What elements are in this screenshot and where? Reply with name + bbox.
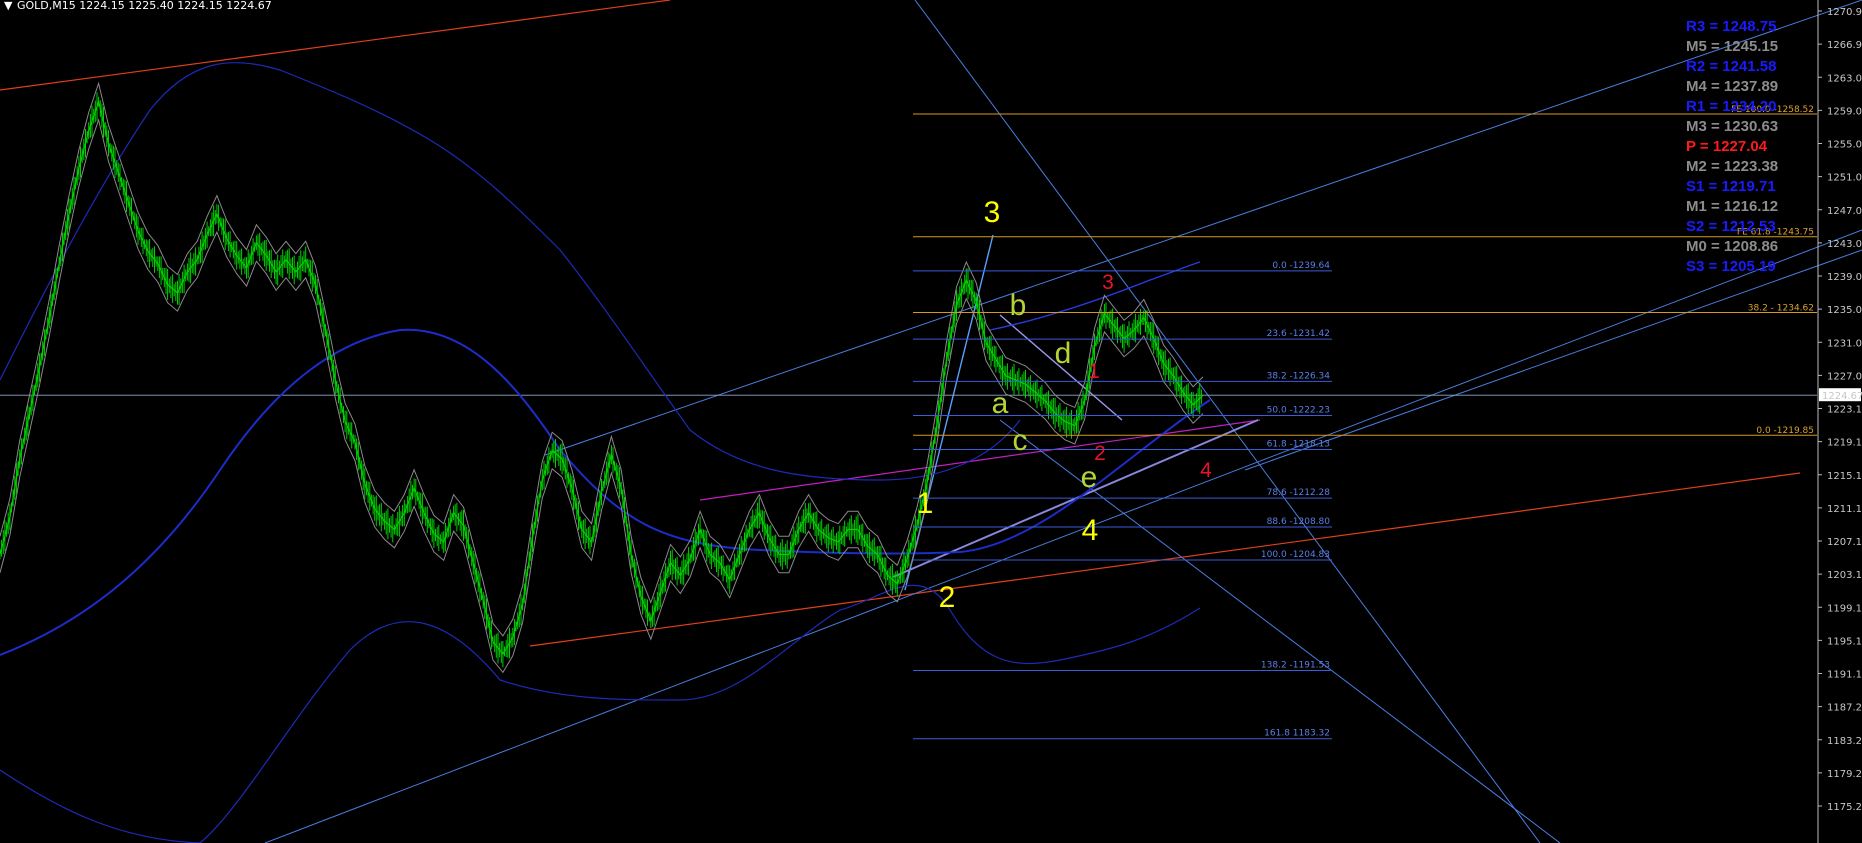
fib-level-label: 88.6 -1208.80 bbox=[1267, 517, 1331, 527]
wave-label: 3 bbox=[1102, 271, 1114, 294]
wave-label: 1 bbox=[1088, 360, 1100, 383]
price-envelope-upper bbox=[0, 81, 1204, 637]
price-tick-label: 1266.92 bbox=[1827, 40, 1862, 51]
fib-level-label: 138.2 -1191.53 bbox=[1261, 661, 1330, 671]
price-tick-label: 1175.22 bbox=[1827, 802, 1862, 813]
price-axis: 1270.92 1266.92 1263.02 1259.02 1255.02 1251.… bbox=[1817, 0, 1862, 843]
wave-label: e bbox=[1081, 461, 1098, 494]
price-tick-label: 1183.22 bbox=[1827, 736, 1862, 747]
price-envelope-lower bbox=[0, 118, 1204, 674]
trendline-2[interactable] bbox=[699, 419, 1261, 501]
price-tick-label: 1207.12 bbox=[1827, 537, 1862, 548]
price-tick-label: 1255.02 bbox=[1827, 140, 1862, 151]
pivot-level: M4 = 1237.89 bbox=[1686, 78, 1778, 95]
trendline-7[interactable] bbox=[1244, 249, 1862, 471]
price-layer bbox=[0, 81, 1204, 674]
pivot-level: S2 = 1212.53 bbox=[1686, 218, 1776, 235]
price-tick-label: 1215.12 bbox=[1827, 471, 1862, 482]
trendline-0[interactable] bbox=[0, 0, 671, 91]
current-price-label: 1224.67 bbox=[1822, 391, 1862, 402]
wave-label: 4 bbox=[1082, 514, 1099, 547]
pivot-level: R2 = 1241.58 bbox=[1686, 58, 1777, 75]
pivot-level: R1 = 1234.20 bbox=[1686, 98, 1777, 115]
trendline-5[interactable] bbox=[914, 0, 1541, 843]
wave-label: d bbox=[1055, 337, 1072, 370]
wave-label: 3 bbox=[984, 196, 1001, 229]
fib-level-label: 50.0 -1222.23 bbox=[1267, 405, 1330, 415]
price-tick-label: 1191.12 bbox=[1827, 670, 1862, 681]
fib-level-label: 0.0 -1239.64 bbox=[1272, 261, 1330, 271]
wave-label: 1 bbox=[917, 487, 934, 520]
price-tick-label: 1211.12 bbox=[1827, 504, 1862, 515]
fib-level-label: 100.0 -1204.83 bbox=[1261, 550, 1330, 560]
chart-header: ▼ GOLD,M15 1224.15 1225.40 1224.15 1224.… bbox=[4, 0, 272, 12]
wave-label: 2 bbox=[939, 581, 956, 614]
price-chart[interactable]: 0.0 -1239.64 23.6 -1231.42 38.2 -1226.34 50… bbox=[0, 0, 1862, 843]
fib-level-label: 38.2 -1226.34 bbox=[1267, 371, 1331, 381]
wave-label: 2 bbox=[1094, 442, 1106, 465]
fibonacci-layer: 0.0 -1239.64 23.6 -1231.42 38.2 -1226.34 50… bbox=[913, 105, 1817, 740]
price-tick-label: 1263.02 bbox=[1827, 73, 1862, 84]
drawing-layer bbox=[0, 0, 1862, 843]
fib-level-label: 23.6 -1231.42 bbox=[1267, 329, 1330, 339]
fib-level-label: 78.6 -1212.28 bbox=[1267, 488, 1331, 498]
price-tick-label: 1227.02 bbox=[1827, 371, 1862, 382]
wave-label: b bbox=[1010, 289, 1027, 322]
price-tick-label: 1235.02 bbox=[1827, 305, 1862, 316]
price-tick-label: 1179.22 bbox=[1827, 769, 1862, 780]
price-tick-label: 1259.02 bbox=[1827, 106, 1862, 117]
price-tick-label: 1195.12 bbox=[1827, 636, 1862, 647]
pivot-level: S1 = 1219.71 bbox=[1686, 178, 1776, 195]
pivot-level: M1 = 1216.12 bbox=[1686, 198, 1778, 215]
price-tick-label: 1231.02 bbox=[1827, 338, 1862, 349]
symbol-ohlc-label: GOLD,M15 1224.15 1225.40 1224.15 1224.67 bbox=[17, 0, 272, 12]
wave-label: a bbox=[992, 387, 1009, 420]
pivot-level: S3 = 1205.19 bbox=[1686, 258, 1776, 275]
trendline-4[interactable] bbox=[544, 0, 1862, 456]
trendline-3[interactable] bbox=[264, 229, 1862, 843]
symbol-menu-icon[interactable]: ▼ bbox=[4, 0, 13, 12]
fib-extension-label: 38.2 - 1234.62 bbox=[1748, 304, 1814, 314]
pivot-level: R3 = 1248.75 bbox=[1686, 18, 1777, 35]
price-tick-label: 1247.02 bbox=[1827, 206, 1862, 217]
fib-level-label: 61.8 -1218.13 bbox=[1267, 440, 1330, 450]
moving-average-1 bbox=[0, 61, 1021, 481]
trendline-1[interactable] bbox=[529, 472, 1801, 647]
chart-canvas[interactable]: 0.0 -1239.64 23.6 -1231.42 38.2 -1226.34 50… bbox=[0, 0, 1862, 843]
pivot-level: M2 = 1223.38 bbox=[1686, 158, 1778, 175]
wave-label: c bbox=[1013, 424, 1028, 457]
wave-label: 4 bbox=[1200, 459, 1212, 482]
price-tick-label: 1199.12 bbox=[1827, 603, 1862, 614]
price-tick-label: 1270.92 bbox=[1827, 7, 1862, 18]
price-tick-label: 1243.02 bbox=[1827, 239, 1862, 250]
pivot-level: M5 = 1245.15 bbox=[1686, 38, 1778, 55]
price-tick-label: 1203.12 bbox=[1827, 570, 1862, 581]
fib-level-label: 161.8 1183.32 bbox=[1264, 729, 1330, 739]
price-tick-label: 1251.02 bbox=[1827, 173, 1862, 184]
pivot-level: P = 1227.04 bbox=[1686, 138, 1768, 155]
price-tick-label: 1223.12 bbox=[1827, 405, 1862, 416]
price-tick-label: 1219.12 bbox=[1827, 438, 1862, 449]
fib-extension-label: 0.0 -1219.85 bbox=[1756, 426, 1814, 436]
price-tick-label: 1187.22 bbox=[1827, 703, 1862, 714]
pivot-level: M0 = 1208.86 bbox=[1686, 238, 1778, 255]
price-tick-label: 1239.02 bbox=[1827, 272, 1862, 283]
pivot-level: M3 = 1230.63 bbox=[1686, 118, 1778, 135]
